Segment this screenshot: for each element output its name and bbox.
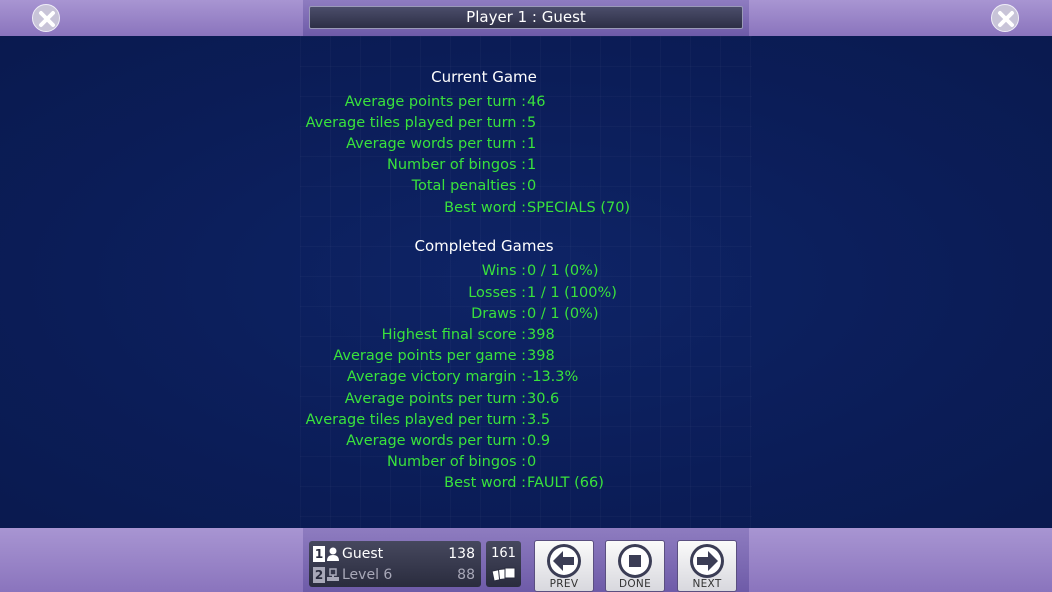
stat-label: Draws : xyxy=(471,306,526,322)
stat-label: Average points per game : xyxy=(333,348,526,364)
stat-label: Best word : xyxy=(444,200,526,216)
stat-row: Average points per turn : 46 xyxy=(0,92,1052,113)
stat-row: Average words per turn : 1 xyxy=(0,134,1052,155)
stat-row: Best word : FAULT (66) xyxy=(0,473,1052,494)
stat-row: Average words per turn : 0.9 xyxy=(0,431,1052,452)
next-label: NEXT xyxy=(692,578,722,590)
stat-row: Average victory margin : -13.3% xyxy=(0,367,1052,388)
stat-label: Total penalties : xyxy=(411,178,526,194)
stat-row: Total penalties : 0 xyxy=(0,176,1052,197)
player-name: Level 6 xyxy=(342,567,393,583)
stat-label: Average victory margin : xyxy=(346,369,526,385)
stat-value: 0 xyxy=(527,178,537,194)
tiles-icon xyxy=(491,567,516,582)
person-icon xyxy=(327,547,339,561)
close-icon xyxy=(39,11,55,27)
top-bar: Player 1 : Guest xyxy=(0,0,1052,36)
stat-value: 0.9 xyxy=(527,433,551,449)
done-button[interactable]: DONE xyxy=(605,540,665,592)
stat-row: Losses : 1 / 1 (100%) xyxy=(0,283,1052,304)
stat-row: Average points per game : 398 xyxy=(0,346,1052,367)
player-number-badge: 2 xyxy=(313,567,325,583)
stat-value: SPECIALS (70) xyxy=(527,200,631,216)
stat-value: 0 xyxy=(527,454,537,470)
stat-row: Draws : 0 / 1 (0%) xyxy=(0,304,1052,325)
stat-label: Number of bingos : xyxy=(387,157,526,173)
stat-label: Losses : xyxy=(468,285,526,301)
stat-row: Average tiles played per turn : 5 xyxy=(0,113,1052,134)
close-button-right[interactable] xyxy=(991,4,1019,32)
stat-value: 1 / 1 (100%) xyxy=(527,285,617,301)
stat-row: Number of bingos : 1 xyxy=(0,155,1052,176)
stat-value: 46 xyxy=(527,94,546,110)
player-number-badge: 1 xyxy=(313,546,325,562)
stat-row: Average tiles played per turn : 3.5 xyxy=(0,410,1052,431)
tile-bag: 161 xyxy=(486,541,521,587)
prev-label: PREV xyxy=(549,578,579,590)
player-2-row: 2 Level 6 88 xyxy=(313,565,479,585)
done-label: DONE xyxy=(618,578,652,590)
arrow-right-icon xyxy=(690,544,724,578)
close-icon xyxy=(998,11,1014,27)
player-name: Guest xyxy=(342,546,384,562)
tiles-remaining-count: 161 xyxy=(491,546,516,561)
prev-button[interactable]: PREV xyxy=(534,540,594,592)
stat-value: 398 xyxy=(527,348,555,364)
stat-label: Wins : xyxy=(481,263,526,279)
stat-row: Best word : SPECIALS (70) xyxy=(0,198,1052,219)
stop-icon xyxy=(618,544,652,578)
stat-row: Wins : 0 / 1 (0%) xyxy=(0,261,1052,282)
stat-label: Average words per turn : xyxy=(346,433,526,449)
stat-value: 5 xyxy=(527,115,537,131)
stat-row: Number of bingos : 0 xyxy=(0,452,1052,473)
stat-label: Average tiles played per turn : xyxy=(305,115,526,131)
stat-value: -13.3% xyxy=(527,369,579,385)
stat-value: 1 xyxy=(527,157,537,173)
stat-label: Highest final score : xyxy=(381,327,526,343)
stat-value: FAULT (66) xyxy=(527,475,604,491)
stat-label: Best word : xyxy=(444,475,526,491)
completed-games-title: Completed Games xyxy=(414,237,554,255)
player-score: 138 xyxy=(448,546,475,562)
scoreboard: 1 Guest 138 2 Level 6 88 xyxy=(309,541,481,587)
game-board-background: Current Game Average points per turn : 4… xyxy=(0,36,1052,528)
statistics-panel: Current Game Average points per turn : 4… xyxy=(0,36,1052,528)
stat-label: Average tiles played per turn : xyxy=(305,412,526,428)
bottom-bar: 1 Guest 138 2 Level 6 88 161 PREV DONE N… xyxy=(0,528,1052,592)
stat-label: Number of bingos : xyxy=(387,454,526,470)
player-title: Player 1 : Guest xyxy=(309,6,743,29)
close-button-left[interactable] xyxy=(32,4,60,32)
stat-label: Average words per turn : xyxy=(346,136,526,152)
computer-icon xyxy=(327,568,339,581)
player-score: 88 xyxy=(457,567,475,583)
stat-value: 30.6 xyxy=(527,391,560,407)
stat-row: Average points per turn : 30.6 xyxy=(0,389,1052,410)
player-1-row: 1 Guest 138 xyxy=(313,544,479,564)
stat-value: 398 xyxy=(527,327,555,343)
stat-label: Average points per turn : xyxy=(344,391,526,407)
next-button[interactable]: NEXT xyxy=(677,540,737,592)
current-game-title: Current Game xyxy=(431,68,537,86)
arrow-left-icon xyxy=(547,544,581,578)
stat-row: Highest final score : 398 xyxy=(0,325,1052,346)
stat-value: 0 / 1 (0%) xyxy=(527,263,599,279)
stat-label: Average points per turn : xyxy=(344,94,526,110)
stat-value: 0 / 1 (0%) xyxy=(527,306,599,322)
stat-value: 3.5 xyxy=(527,412,551,428)
stat-value: 1 xyxy=(527,136,537,152)
